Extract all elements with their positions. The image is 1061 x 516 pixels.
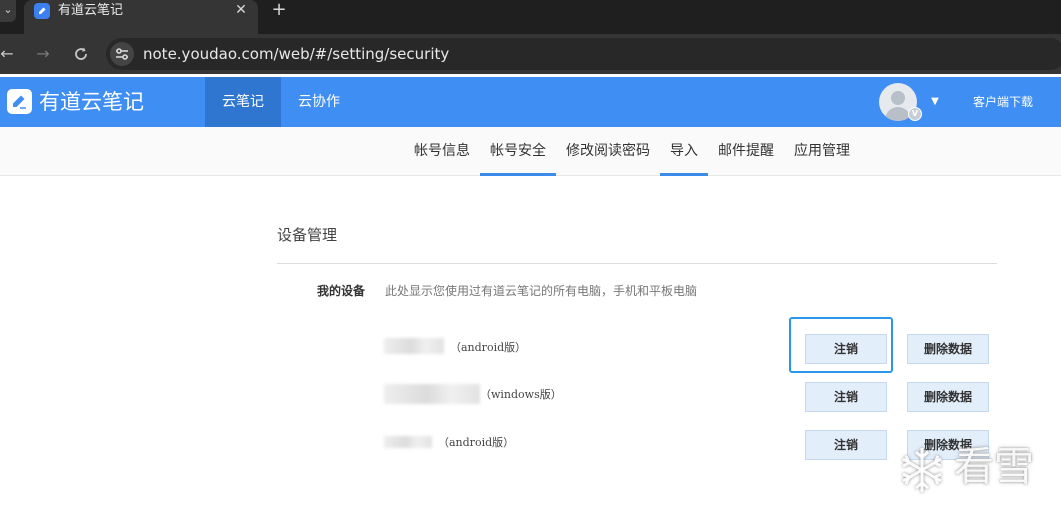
- settings-subnav: 帐号信息 帐号安全 修改阅读密码 导入 邮件提醒 应用管理: [0, 127, 1061, 176]
- device-type: （windows版）: [480, 388, 562, 401]
- kanxue-watermark: 看雪: [896, 442, 1056, 496]
- address-bar[interactable]: note.youdao.com/web/#/setting/security: [106, 38, 1061, 70]
- app-header: 有道云笔记 云笔记 云协作 V ▼ 客户端下载: [0, 77, 1061, 127]
- caret-down-icon[interactable]: ▼: [929, 96, 941, 108]
- forward-arrow-icon[interactable]: →: [32, 43, 54, 65]
- device-type: （android版）: [450, 341, 527, 354]
- delete-device-data-button[interactable]: 删除数据: [907, 334, 989, 364]
- device-name-redacted: [384, 384, 480, 404]
- subnav-import[interactable]: 导入: [660, 127, 708, 176]
- youdao-note-favicon-icon: [34, 3, 50, 19]
- logout-device-button[interactable]: 注销: [805, 334, 887, 364]
- logo-text[interactable]: 有道云笔记: [39, 89, 144, 115]
- reload-icon[interactable]: [70, 43, 92, 65]
- browser-toolbar: ← → note.youdao.com/web/#/setting/securi…: [0, 34, 1061, 74]
- device-name-redacted: [384, 338, 444, 354]
- browser-tab-strip: ⌄ 有道云笔记 ✕ +: [0, 0, 1061, 34]
- back-arrow-icon[interactable]: ←: [0, 43, 18, 65]
- my-devices-description: 此处显示您使用过有道云笔记的所有电脑，手机和平板电脑: [385, 284, 698, 298]
- browser-tab[interactable]: 有道云笔记 ✕: [24, 0, 258, 34]
- tab-search-chevron-icon[interactable]: ⌄: [0, 0, 16, 22]
- device-name-redacted: [384, 436, 432, 448]
- subnav-email-reminder[interactable]: 邮件提醒: [710, 127, 782, 175]
- logout-device-button[interactable]: 注销: [805, 382, 887, 412]
- tab-cloud-collaboration[interactable]: 云协作: [286, 77, 352, 127]
- delete-device-data-button[interactable]: 删除数据: [907, 382, 989, 412]
- subnav-app-management[interactable]: 应用管理: [785, 127, 859, 175]
- close-tab-icon[interactable]: ✕: [232, 1, 250, 19]
- site-settings-icon[interactable]: [110, 42, 134, 66]
- new-tab-button[interactable]: +: [268, 0, 290, 22]
- subnav-change-read-password[interactable]: 修改阅读密码: [558, 127, 658, 175]
- download-client-link[interactable]: 客户端下载: [973, 94, 1033, 110]
- youdao-note-logo-icon: [7, 89, 32, 114]
- tab-cloud-notes[interactable]: 云笔记: [205, 77, 281, 127]
- subnav-account-security[interactable]: 帐号安全: [480, 127, 556, 176]
- watermark-text: 看雪: [954, 444, 1034, 490]
- snowflake-icon: [902, 448, 942, 492]
- my-devices-label: 我的设备: [317, 284, 366, 298]
- section-divider: [277, 263, 997, 264]
- vip-badge: V: [908, 107, 922, 121]
- section-title: 设备管理: [277, 226, 338, 244]
- subnav-account-info[interactable]: 帐号信息: [406, 127, 478, 175]
- url-text: note.youdao.com/web/#/setting/security: [143, 45, 450, 63]
- tab-title: 有道云笔记: [58, 3, 124, 18]
- device-type: （android版）: [438, 436, 515, 449]
- logout-device-button[interactable]: 注销: [805, 430, 887, 460]
